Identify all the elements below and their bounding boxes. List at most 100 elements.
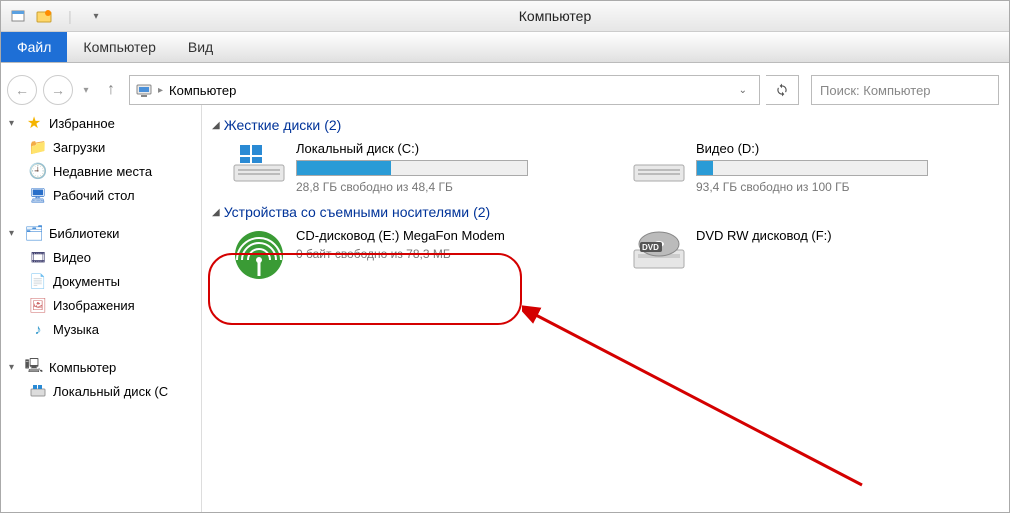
qat-dropdown-icon[interactable]: ▾: [85, 5, 107, 27]
breadcrumb-sep-icon: ▸: [158, 85, 163, 96]
hdd-icon: [632, 141, 686, 185]
sidebar: ▾ ★ Избранное 📁 Загрузки 🕘 Недавние мест…: [1, 105, 202, 512]
drive-info: Видео (D:) 93,4 ГБ свободно из 100 ГБ: [696, 141, 928, 194]
video-icon: 🎞: [29, 248, 47, 266]
drive-name: Локальный диск (C:): [296, 141, 528, 156]
desktop-icon: 🖥: [29, 186, 47, 204]
document-icon: 📄: [29, 272, 47, 290]
breadcrumb-location[interactable]: Компьютер: [169, 83, 236, 98]
drive-e-megafon[interactable]: CD-дисковод (E:) MegaFon Modem 0 байт св…: [232, 228, 572, 272]
tab-computer[interactable]: Компьютер: [67, 32, 171, 62]
nav-bar: ← → ▾ ↑ ▸ Компьютер ⌄ Поиск: Компьютер: [7, 75, 999, 105]
drive-name: DVD RW дисковод (F:): [696, 228, 832, 243]
sidebar-documents[interactable]: 📄 Документы: [1, 269, 201, 293]
collapse-icon[interactable]: ◢: [212, 120, 220, 131]
dvd-drive-icon: DVD: [632, 228, 686, 272]
removable-row: CD-дисковод (E:) MegaFon Modem 0 байт св…: [232, 228, 999, 272]
collapse-icon[interactable]: ▾: [9, 362, 19, 373]
libraries-icon: 🗂: [25, 224, 43, 242]
sidebar-item-label: Документы: [53, 274, 120, 289]
sidebar-item-label: Компьютер: [49, 360, 116, 375]
sidebar-group-favorites: ▾ ★ Избранное 📁 Загрузки 🕘 Недавние мест…: [1, 111, 201, 207]
svg-text:DVD: DVD: [642, 243, 659, 252]
sidebar-recent[interactable]: 🕘 Недавние места: [1, 159, 201, 183]
search-placeholder: Поиск: Компьютер: [820, 83, 931, 98]
tab-file[interactable]: Файл: [1, 32, 67, 62]
address-dropdown-icon[interactable]: ⌄: [733, 85, 753, 96]
search-input[interactable]: Поиск: Компьютер: [811, 75, 999, 105]
drive-d[interactable]: Видео (D:) 93,4 ГБ свободно из 100 ГБ: [632, 141, 932, 194]
sidebar-libraries[interactable]: ▾ 🗂 Библиотеки: [1, 221, 201, 245]
computer-icon: 🖳: [25, 358, 43, 376]
recent-icon: 🕘: [29, 162, 47, 180]
drive-info: Локальный диск (C:) 28,8 ГБ свободно из …: [296, 141, 528, 194]
sidebar-item-label: Недавние места: [53, 164, 152, 179]
back-button[interactable]: ←: [7, 75, 37, 105]
sidebar-pictures[interactable]: 🖼 Изображения: [1, 293, 201, 317]
tab-computer-label: Компьютер: [83, 39, 155, 55]
section-title: Устройства со съемными носителями: [224, 204, 469, 220]
content-pane: ◢ Жесткие диски (2) Локальный диск (C:) …: [202, 105, 1009, 512]
up-button[interactable]: ↑: [99, 78, 123, 102]
drive-info: DVD RW дисковод (F:): [696, 228, 832, 247]
tab-view[interactable]: Вид: [172, 32, 229, 62]
disk-icon: [29, 382, 47, 400]
folder-icon: 📁: [29, 138, 47, 156]
sidebar-group-libraries: ▾ 🗂 Библиотеки 🎞 Видео 📄 Документы 🖼 Изо…: [1, 221, 201, 341]
history-dropdown[interactable]: ▾: [79, 85, 93, 96]
sidebar-item-label: Изображения: [53, 298, 135, 313]
collapse-icon[interactable]: ▾: [9, 228, 19, 239]
sidebar-item-label: Локальный диск (C: [53, 384, 168, 399]
sidebar-item-label: Избранное: [49, 116, 115, 131]
drive-name: Видео (D:): [696, 141, 928, 156]
annotation-arrow: [522, 305, 882, 505]
capacity-bar: [296, 160, 528, 176]
tab-file-label: Файл: [17, 39, 51, 55]
address-bar[interactable]: ▸ Компьютер ⌄: [129, 75, 760, 105]
sidebar-videos[interactable]: 🎞 Видео: [1, 245, 201, 269]
sidebar-music[interactable]: ♪ Музыка: [1, 317, 201, 341]
drive-c[interactable]: Локальный диск (C:) 28,8 ГБ свободно из …: [232, 141, 572, 194]
forward-button[interactable]: →: [43, 75, 73, 105]
drive-f-dvd[interactable]: DVD DVD RW дисковод (F:): [632, 228, 932, 272]
sidebar-item-label: Библиотеки: [49, 226, 119, 241]
refresh-button[interactable]: [766, 75, 799, 105]
tab-view-label: Вид: [188, 39, 213, 55]
collapse-icon[interactable]: ▾: [9, 118, 19, 129]
section-hard-drives[interactable]: ◢ Жесткие диски (2): [212, 117, 999, 133]
section-title: Жесткие диски: [224, 117, 321, 133]
pictures-icon: 🖼: [29, 296, 47, 314]
sidebar-item-label: Музыка: [53, 322, 99, 337]
title-bar: | ▾ Компьютер: [1, 1, 1009, 32]
new-folder-icon[interactable]: [33, 5, 55, 27]
sidebar-favorites[interactable]: ▾ ★ Избранное: [1, 111, 201, 135]
drive-free-text: 28,8 ГБ свободно из 48,4 ГБ: [296, 180, 528, 194]
music-icon: ♪: [29, 320, 47, 338]
megafon-icon: [232, 228, 286, 272]
drive-name: CD-дисковод (E:) MegaFon Modem: [296, 228, 505, 243]
sidebar-group-computer: ▾ 🖳 Компьютер Локальный диск (C: [1, 355, 201, 403]
body-area: ▾ ★ Избранное 📁 Загрузки 🕘 Недавние мест…: [1, 105, 1009, 512]
sidebar-item-label: Загрузки: [53, 140, 105, 155]
section-count: (2): [324, 117, 341, 133]
drive-free-text: 93,4 ГБ свободно из 100 ГБ: [696, 180, 928, 194]
sidebar-desktop[interactable]: 🖥 Рабочий стол: [1, 183, 201, 207]
collapse-icon[interactable]: ◢: [212, 207, 220, 218]
section-count: (2): [473, 204, 490, 220]
sidebar-item-label: Видео: [53, 250, 91, 265]
sidebar-computer[interactable]: ▾ 🖳 Компьютер: [1, 355, 201, 379]
hdd-icon: [232, 141, 286, 185]
computer-icon: [136, 82, 152, 98]
drive-info: CD-дисковод (E:) MegaFon Modem 0 байт св…: [296, 228, 505, 261]
ribbon-tabs: Файл Компьютер Вид: [1, 32, 1009, 63]
explorer-window: | ▾ Компьютер Файл Компьютер Вид ← → ▾ ↑…: [0, 0, 1010, 513]
section-removable[interactable]: ◢ Устройства со съемными носителями (2): [212, 204, 999, 220]
sidebar-item-label: Рабочий стол: [53, 188, 135, 203]
hard-drives-row: Локальный диск (C:) 28,8 ГБ свободно из …: [232, 141, 999, 194]
drive-free-text: 0 байт свободно из 78,3 МБ: [296, 247, 505, 261]
quick-access-toolbar: | ▾: [7, 5, 107, 27]
sidebar-downloads[interactable]: 📁 Загрузки: [1, 135, 201, 159]
sidebar-local-disk[interactable]: Локальный диск (C: [1, 379, 201, 403]
properties-icon[interactable]: [7, 5, 29, 27]
star-icon: ★: [25, 114, 43, 132]
